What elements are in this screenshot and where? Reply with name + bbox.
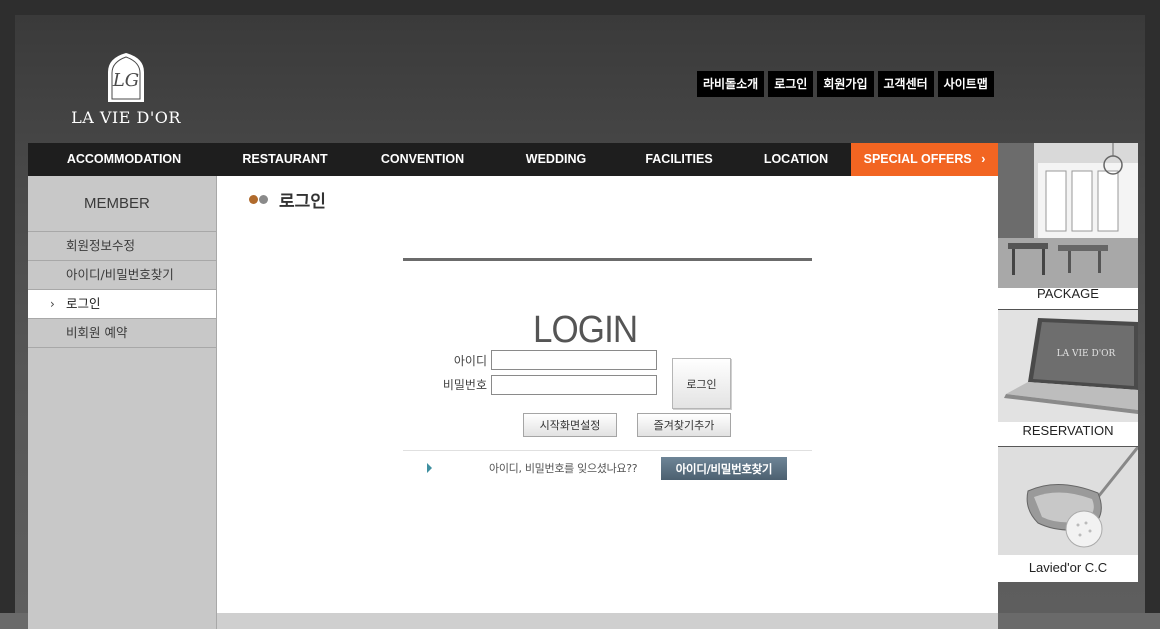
- nav-restaurant[interactable]: RESTAURANT: [220, 143, 350, 176]
- find-account-button[interactable]: 아이디/비밀번호찾기: [661, 457, 787, 480]
- promo-package[interactable]: PACKAGE: [998, 143, 1138, 309]
- id-input[interactable]: [491, 350, 657, 370]
- sidebar: MEMBER 회원정보수정 아이디/비밀번호찾기 › 로그인 비회원 예약: [28, 176, 217, 629]
- nav-facilities[interactable]: FACILITIES: [617, 143, 741, 176]
- sidebar-item-label: 회원정보수정: [66, 238, 136, 253]
- sidebar-item-label: 비회원 예약: [66, 325, 128, 340]
- sidebar-item-label: 아이디/비밀번호찾기: [66, 267, 174, 282]
- page-title: 로그인: [249, 189, 326, 212]
- sidebar-item-label: 로그인: [66, 296, 101, 311]
- sidebar-item-find-account[interactable]: 아이디/비밀번호찾기: [28, 261, 216, 290]
- sidebar-item-edit-profile[interactable]: 회원정보수정: [28, 232, 216, 261]
- bullet-dot-icon: [259, 194, 268, 204]
- promo-reservation[interactable]: LA VIE D'OR RESERVATION: [998, 310, 1138, 446]
- brand-logo[interactable]: LG LA VIE D'OR: [70, 52, 182, 130]
- svg-text:LG: LG: [112, 70, 139, 91]
- sidebar-item-guest-reservation[interactable]: 비회원 예약: [28, 319, 216, 348]
- page-title-text: 로그인: [279, 191, 326, 212]
- sidebar-title: MEMBER: [28, 176, 216, 232]
- promo-golf-cc[interactable]: Lavied'or C.C: [998, 447, 1138, 582]
- top-link-join[interactable]: 회원가입: [817, 71, 874, 97]
- svg-text:LA VIE D'OR: LA VIE D'OR: [1057, 349, 1116, 359]
- promo-panels: PACKAGE LA VIE D'OR RESERVATION Lavied'o…: [998, 143, 1138, 582]
- password-label: 비밀번호: [442, 378, 487, 392]
- top-link-customer-center[interactable]: 고객센터: [877, 71, 934, 97]
- password-input[interactable]: [491, 375, 657, 395]
- top-link-sitemap[interactable]: 사이트맵: [937, 71, 994, 97]
- main-content: 로그인 LOGIN 아이디 비밀번호 로그인 시작화면설정 즐겨찾기추가 아이디…: [217, 176, 998, 613]
- sidebar-item-login[interactable]: › 로그인: [28, 290, 216, 319]
- brand-name: LA VIE D'OR: [71, 108, 181, 127]
- set-homepage-button[interactable]: 시작화면설정: [523, 413, 617, 437]
- forgot-credentials-text: 아이디, 비밀번호를 잊으셨나요??: [489, 462, 638, 475]
- nav-special-offers-label: SPECIAL OFFERS: [863, 152, 972, 166]
- restaurant-photo-icon: [998, 143, 1138, 309]
- arrow-right-icon: [427, 463, 432, 473]
- chevron-right-icon: ›: [981, 152, 986, 166]
- add-favorite-button[interactable]: 즐겨찾기추가: [637, 413, 731, 437]
- top-link-login[interactable]: 로그인: [768, 71, 814, 97]
- nav-special-offers[interactable]: SPECIAL OFFERS ›: [851, 143, 998, 176]
- promo-label: RESERVATION: [1022, 423, 1114, 438]
- top-utility-links: 라비돌소개 로그인 회원가입 고객센터 사이트맵: [697, 71, 994, 97]
- promo-label: PACKAGE: [1037, 286, 1099, 301]
- nav-wedding[interactable]: WEDDING: [495, 143, 617, 176]
- divider: [403, 450, 812, 451]
- chevron-right-icon: ›: [50, 297, 55, 311]
- top-link-about[interactable]: 라비돌소개: [697, 71, 765, 97]
- nav-convention[interactable]: CONVENTION: [350, 143, 495, 176]
- nav-accommodation[interactable]: ACCOMMODATION: [28, 143, 220, 176]
- promo-label: Lavied'or C.C: [1028, 560, 1108, 575]
- login-heading: LOGIN: [533, 309, 638, 351]
- nav-location[interactable]: LOCATION: [741, 143, 851, 176]
- divider: [403, 258, 812, 261]
- login-submit-button[interactable]: 로그인: [672, 358, 731, 409]
- id-label: 아이디: [453, 354, 487, 368]
- bullet-dot-icon: [249, 194, 258, 204]
- content-footer-band: [217, 613, 998, 629]
- main-nav: ACCOMMODATION RESTAURANT CONVENTION WEDD…: [28, 143, 998, 176]
- logo-emblem-icon: LG: [108, 53, 144, 102]
